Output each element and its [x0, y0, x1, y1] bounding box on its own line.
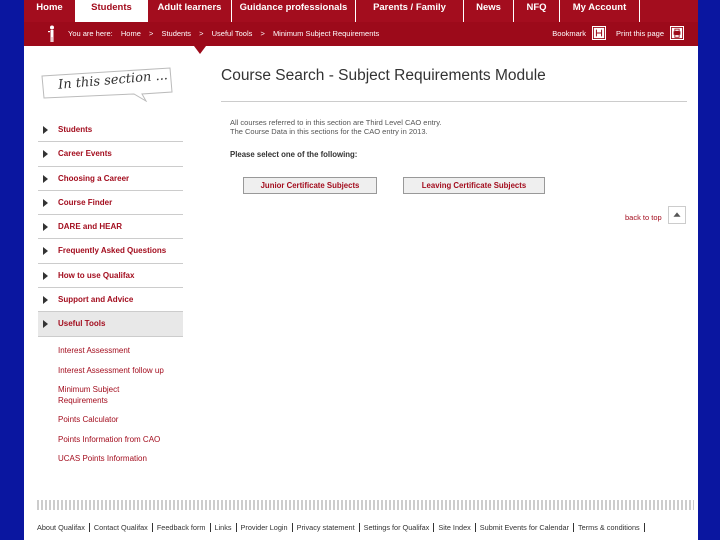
breadcrumb-pointer	[194, 46, 206, 54]
arrow-right-icon	[43, 296, 48, 305]
footer-link-privacy[interactable]: Privacy statement	[293, 523, 360, 532]
arrow-right-icon	[43, 223, 48, 232]
sidebar-menu: Students Career Events Choosing a Career…	[38, 118, 183, 337]
footer-link-terms[interactable]: Terms & conditions	[574, 523, 645, 532]
nav-home[interactable]: Home	[24, 0, 76, 22]
person-icon	[48, 25, 54, 42]
arrow-right-icon	[43, 320, 48, 329]
arrow-up-icon[interactable]	[668, 206, 686, 224]
intro-text: All courses referred to in this section …	[230, 118, 441, 136]
arrow-right-icon	[43, 198, 48, 207]
breadcrumb-useful-tools[interactable]: Useful Tools	[212, 29, 253, 38]
sidebar-item-label: Useful Tools	[58, 319, 106, 329]
intro-line: The Course Data in this sections for the…	[230, 127, 428, 136]
footer-link-provider-login[interactable]: Provider Login	[237, 523, 293, 532]
footer-links: About Qualifax Contact Qualifax Feedback…	[37, 523, 694, 532]
arrow-right-icon	[43, 271, 48, 280]
bookmark-icon[interactable]	[592, 26, 607, 40]
top-nav: Home Students Adult learners Guidance pr…	[24, 0, 698, 22]
breadcrumb-prefix: You are here:	[68, 29, 113, 38]
page-title: Course Search - Subject Requirements Mod…	[221, 67, 546, 84]
submenu-item-interest-assessment[interactable]: Interest Assessment	[58, 346, 188, 357]
print-label[interactable]: Print this page	[616, 29, 664, 38]
sidebar-item-useful-tools[interactable]: Useful Tools	[38, 312, 183, 337]
footer-link-submit-events[interactable]: Submit Events for Calendar	[476, 523, 575, 532]
sidebar-item-how-to-use-qualifax[interactable]: How to use Qualifax	[38, 264, 183, 289]
sidebar-item-choosing-a-career[interactable]: Choosing a Career	[38, 167, 183, 191]
sidebar-item-label: DARE and HEAR	[58, 222, 123, 232]
sidebar-item-label: Students	[58, 125, 93, 134]
leaving-certificate-button[interactable]: Leaving Certificate Subjects	[403, 177, 545, 194]
submenu-item-points-calculator[interactable]: Points Calculator	[58, 415, 188, 426]
breadcrumb-separator: >	[199, 29, 204, 38]
sidebar-item-label: Frequently Asked Questions	[58, 246, 167, 256]
breadcrumb-bar: You are here: Home > Students > Useful T…	[24, 22, 698, 46]
sidebar-item-students[interactable]: Students	[38, 118, 183, 143]
footer-band	[37, 500, 694, 510]
footer-link-feedback[interactable]: Feedback form	[153, 523, 211, 532]
arrow-right-icon	[43, 150, 48, 159]
breadcrumb-current: Minimum Subject Requirements	[272, 29, 380, 38]
divider	[221, 101, 687, 102]
page-actions: Bookmark Print this page	[552, 26, 684, 40]
submenu-item-points-information-cao[interactable]: Points Information from CAO	[58, 435, 188, 446]
back-to-top-link[interactable]: back to top	[625, 213, 662, 222]
breadcrumb-students[interactable]: Students	[161, 29, 191, 38]
sidebar-item-label: Support and Advice	[58, 295, 134, 305]
nav-parents-family[interactable]: Parents / Family	[356, 0, 464, 22]
junior-certificate-button[interactable]: Junior Certificate Subjects	[243, 177, 377, 194]
sidebar-item-label: How to use Qualifax	[58, 270, 135, 280]
nav-my-account[interactable]: My Account	[560, 0, 640, 22]
footer-link-about[interactable]: About Qualifax	[37, 523, 90, 532]
arrow-right-icon	[43, 247, 48, 256]
selection-prompt: Please select one of the following:	[230, 150, 358, 159]
sidebar-item-support-and-advice[interactable]: Support and Advice	[38, 288, 183, 313]
nav-adult-learners[interactable]: Adult learners	[148, 0, 232, 22]
breadcrumb: You are here: Home > Students > Useful T…	[68, 29, 385, 38]
intro-line: All courses referred to in this section …	[230, 118, 442, 127]
sidebar-item-label: Career Events	[58, 149, 112, 159]
footer-link-links[interactable]: Links	[211, 523, 237, 532]
footer-link-site-index[interactable]: Site Index	[434, 523, 476, 532]
sidebar-item-course-finder[interactable]: Course Finder	[38, 191, 183, 216]
page: Home Students Adult learners Guidance pr…	[24, 0, 698, 540]
nav-students[interactable]: Students	[76, 0, 148, 22]
footer-link-settings[interactable]: Settings for Qualifax	[360, 523, 435, 532]
sidebar-submenu: Interest Assessment Interest Assessment …	[58, 346, 188, 474]
nav-nfq[interactable]: NFQ	[514, 0, 560, 22]
arrow-right-icon	[43, 174, 48, 183]
section-bubble: In this section ...	[38, 66, 176, 103]
sidebar-item-label: Choosing a Career	[58, 173, 130, 183]
nav-guidance-professionals[interactable]: Guidance professionals	[232, 0, 356, 22]
submenu-item-interest-assessment-follow-up[interactable]: Interest Assessment follow up	[58, 366, 188, 377]
breadcrumb-home[interactable]: Home	[121, 29, 141, 38]
nav-news[interactable]: News	[464, 0, 514, 22]
sidebar-item-label: Course Finder	[58, 197, 113, 207]
arrow-right-icon	[43, 126, 48, 134]
sidebar-item-faq[interactable]: Frequently Asked Questions	[38, 239, 183, 264]
footer-link-contact[interactable]: Contact Qualifax	[90, 523, 153, 532]
printer-icon[interactable]	[670, 26, 684, 40]
submenu-item-minimum-subject-requirements[interactable]: Minimum Subject Requirements	[58, 385, 144, 406]
breadcrumb-separator: >	[148, 29, 154, 38]
sidebar-item-dare-and-hear[interactable]: DARE and HEAR	[38, 215, 183, 240]
sidebar-item-career-events[interactable]: Career Events	[38, 142, 183, 167]
submenu-item-ucas-points-information[interactable]: UCAS Points Information	[58, 454, 188, 465]
breadcrumb-separator: >	[260, 29, 265, 38]
bookmark-label[interactable]: Bookmark	[552, 29, 586, 38]
